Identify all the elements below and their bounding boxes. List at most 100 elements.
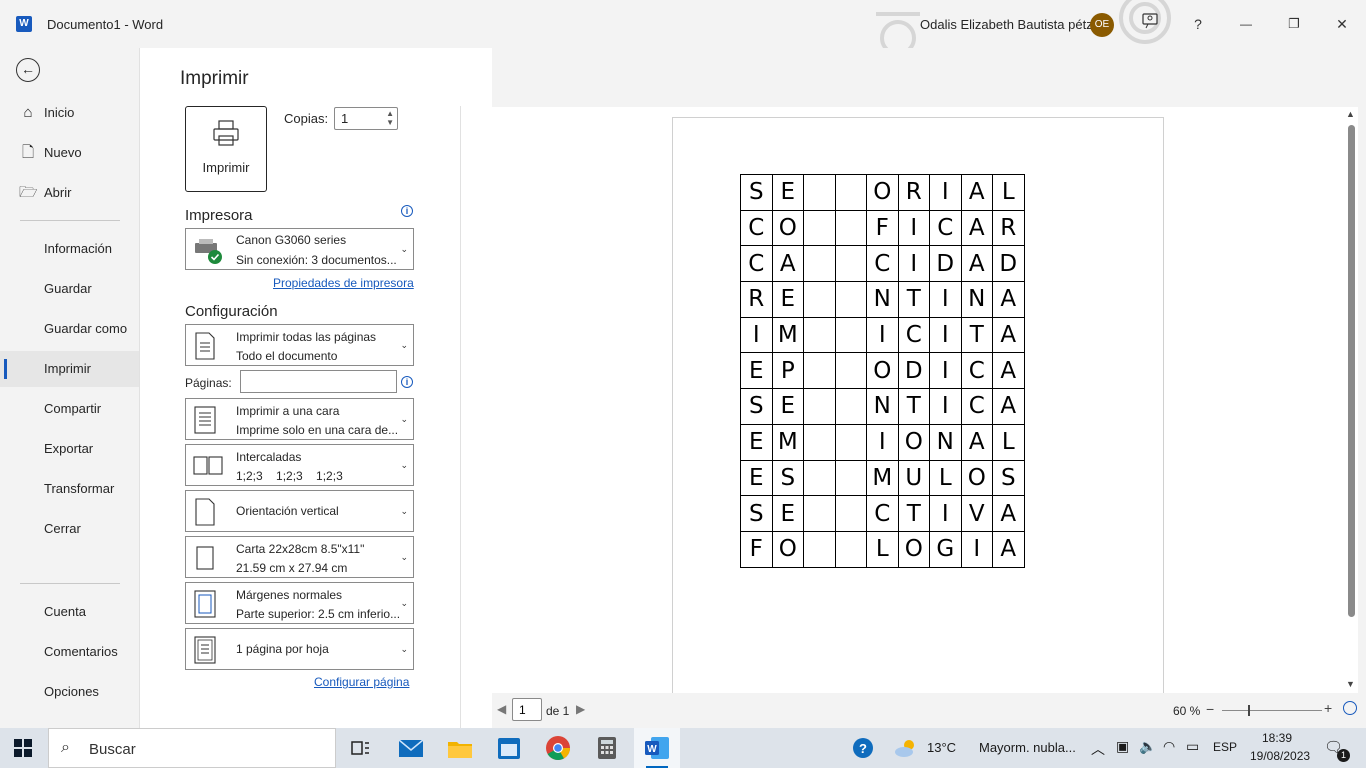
clock-date[interactable]: 19/08/2023 [1250,749,1310,763]
grid-cell: L [929,459,962,497]
info-icon[interactable]: i [401,376,413,388]
close-button[interactable]: ✕ [1330,12,1354,36]
word-icon[interactable]: W [643,734,671,762]
language-indicator[interactable]: ESP [1213,740,1237,754]
grid-cell: F [866,209,899,247]
page-number-input[interactable] [512,698,542,721]
grid-cell: T [897,495,930,532]
printer-dropdown[interactable]: Canon G3060 series Sin conexión: 3 docum… [185,228,414,270]
grid-cell: O [866,174,899,211]
grid-cell [803,423,836,461]
home-icon: ⌂ [23,104,33,121]
previous-page-icon[interactable]: ◀ [497,702,506,716]
pages-input[interactable] [240,370,397,393]
margins-dropdown[interactable]: Márgenes normales Parte superior: 2.5 cm… [185,582,414,624]
spin-arrows-icon[interactable]: ▲ ▼ [386,109,394,127]
nav-item-cuenta[interactable]: Cuenta [0,594,139,630]
copies-value: 1 [341,111,349,126]
wifi-icon[interactable]: ◠ [1163,738,1175,755]
nav-item-abrir[interactable]: 🗁 Abrir [0,175,139,211]
svg-text:W: W [647,744,657,755]
zoom-in-icon[interactable]: + [1324,700,1332,716]
zoom-to-page-icon[interactable] [1343,701,1357,715]
mail-icon[interactable] [397,734,425,762]
clock-time[interactable]: 18:39 [1262,731,1292,745]
weather-cloud-icon[interactable] [892,734,920,762]
chevron-down-icon: ⌄ [400,598,408,608]
grid-cell: N [866,388,899,425]
nav-item-informacion[interactable]: Información [0,231,139,267]
scrollbar-thumb[interactable] [1348,125,1355,617]
nav-item-compartir[interactable]: Compartir [0,391,139,427]
grid-cell [803,209,836,247]
battery-icon[interactable]: ▭ [1186,738,1199,755]
zoom-level[interactable]: 60 % [1173,704,1200,718]
info-icon[interactable]: i [401,205,413,217]
nav-item-opciones[interactable]: Opciones [0,674,139,710]
option-line2: 1;2;3 1;2;3 1;2;3 [236,469,343,483]
document-pages-icon [195,332,215,360]
zoom-slider-thumb[interactable] [1248,705,1250,716]
zoom-out-icon[interactable]: − [1206,701,1214,717]
nav-item-transformar[interactable]: Transformar [0,471,139,507]
minimize-button[interactable]: — [1234,12,1258,36]
calculator-icon[interactable] [593,734,621,762]
restore-button[interactable]: ❐ [1282,12,1306,36]
taskbar-search[interactable]: ⌕ Buscar [48,728,336,768]
volume-icon[interactable]: 🔈 [1139,738,1156,755]
sides-dropdown[interactable]: Imprimir a una cara Imprime solo en una … [185,398,414,440]
nav-item-exportar[interactable]: Exportar [0,431,139,467]
help-app-icon[interactable]: ? [851,734,875,762]
nav-item-imprimir[interactable]: Imprimir [0,351,139,387]
orientation-dropdown[interactable]: Orientación vertical ⌄ [185,490,414,532]
pages-per-sheet-dropdown[interactable]: 1 página por hoja ⌄ [185,628,414,670]
scroll-down-icon[interactable]: ▼ [1346,679,1355,689]
grid-cell: G [929,530,962,568]
paper-size-icon [196,546,214,570]
grid-cell: M [866,459,899,497]
help-button[interactable]: ? [1186,12,1210,36]
option-line1: Imprimir a una cara [236,404,340,418]
weather-description[interactable]: Mayorm. nubla... [979,740,1076,755]
nav-item-inicio[interactable]: ⌂ Inicio [0,95,139,131]
nav-item-nuevo[interactable]: 🗋 Nuevo [0,135,139,171]
page-count: de 1 [546,704,570,718]
nav-item-guardar-como[interactable]: Guardar como [0,311,139,347]
task-view-icon[interactable] [346,734,374,762]
coauthoring-icon[interactable] [1138,12,1162,36]
user-name[interactable]: Odalis Elizabeth Bautista pétz [920,17,1093,32]
nav-item-cerrar[interactable]: Cerrar [0,511,139,547]
print-button[interactable]: Imprimir [185,106,267,192]
calendar-icon[interactable] [495,734,523,762]
grid-cell [834,245,867,283]
collated-icon [193,456,223,475]
paper-size-dropdown[interactable]: Carta 22x28cm 8.5"x11" 21.59 cm x 27.94 … [185,536,414,578]
back-arrow-icon[interactable]: ← [16,58,40,82]
meet-now-icon[interactable]: ▣ [1116,738,1129,755]
file-explorer-icon[interactable] [446,734,474,762]
chevron-up-icon[interactable]: ︿ [1091,739,1105,759]
collate-dropdown[interactable]: Intercaladas 1;2;3 1;2;3 1;2;3 ⌄ [185,444,414,486]
nav-item-comentarios[interactable]: Comentarios [0,634,139,670]
print-range-dropdown[interactable]: Imprimir todas las páginas Todo el docum… [185,324,414,366]
copies-stepper[interactable]: 1 ▲ ▼ [334,107,398,130]
nav-item-guardar[interactable]: Guardar [0,271,139,307]
grid-cell: D [992,245,1025,283]
page-setup-link[interactable]: Configurar página [314,675,409,689]
scroll-up-icon[interactable]: ▲ [1346,109,1355,119]
grid-cell: A [992,388,1025,425]
option-line1: Imprimir todas las páginas [236,330,377,344]
windows-start-icon[interactable] [14,739,32,757]
chrome-icon[interactable] [544,734,572,762]
zoom-slider[interactable] [1222,710,1322,711]
grid-cell [834,530,867,568]
grid-cell [803,316,836,354]
preview-page: SEORIALCOFICARCACIDADRENTINAIMICITAEPODI… [672,117,1164,693]
weather-temperature[interactable]: 13°C [927,740,956,755]
next-page-icon[interactable]: ▶ [576,702,585,716]
printer-properties-link[interactable]: Propiedades de impresora [273,276,414,290]
preview-scrollbar[interactable]: ▲ ▼ [1344,107,1358,693]
grid-cell: A [992,495,1025,532]
grid-cell: I [897,209,930,247]
avatar[interactable]: OE [1090,13,1114,37]
